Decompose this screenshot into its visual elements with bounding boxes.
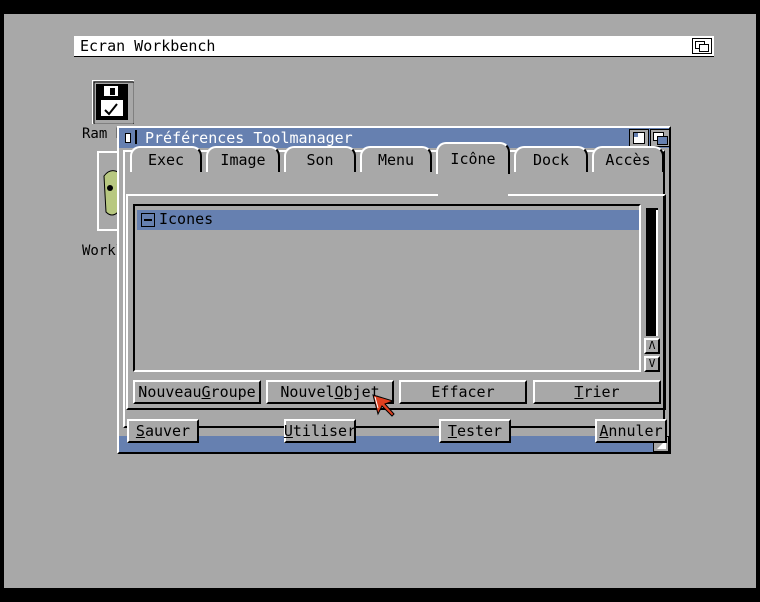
tab-label: Exec xyxy=(147,151,185,169)
use-button[interactable]: Utiliser xyxy=(284,419,356,443)
save-button[interactable]: Sauver xyxy=(127,419,199,443)
tab-exec[interactable]: Exec xyxy=(130,146,202,172)
button-label: Nouvel xyxy=(280,383,335,401)
button-hotkey: A xyxy=(599,422,609,440)
icon-list[interactable]: Icones xyxy=(133,204,641,372)
tab-acces[interactable]: Accès xyxy=(592,146,664,172)
button-hotkey: U xyxy=(283,422,293,440)
button-hotkey: T xyxy=(574,383,584,401)
mouse-pointer-icon xyxy=(372,394,395,417)
list-item[interactable]: Icones xyxy=(137,210,639,230)
button-label: roupe xyxy=(210,383,256,401)
button-hotkey: O xyxy=(334,383,344,401)
button-label: rier xyxy=(583,383,620,401)
tab-label: Image xyxy=(220,151,266,169)
ram-disk-icon-container[interactable] xyxy=(91,79,135,128)
tab-label: Accès xyxy=(605,151,651,169)
scrollbar-knob[interactable] xyxy=(648,210,658,336)
button-label: auver xyxy=(144,422,191,440)
button-label: Effacer xyxy=(431,383,495,401)
sort-button[interactable]: Trier xyxy=(533,380,661,404)
list-item-label: Icones xyxy=(159,210,214,228)
screen-depth-icon[interactable] xyxy=(692,38,712,54)
floppy-disk-icon[interactable] xyxy=(91,79,135,125)
tab-menu[interactable]: Menu xyxy=(360,146,432,172)
window-title: Préférences Toolmanager xyxy=(145,129,353,147)
button-hotkey: T xyxy=(447,422,457,440)
list-scrollbar[interactable] xyxy=(644,206,660,338)
button-label: Nouveau xyxy=(138,383,202,401)
tab-label: Dock xyxy=(532,151,570,169)
tab-dock[interactable]: Dock xyxy=(514,146,588,172)
button-label: ester xyxy=(456,422,503,440)
button-hotkey: S xyxy=(135,422,145,440)
button-label: tiliser xyxy=(292,422,357,440)
test-button[interactable]: Tester xyxy=(439,419,511,443)
window-depth-icon[interactable] xyxy=(650,129,670,147)
active-tab-gap xyxy=(438,192,508,196)
delete-button[interactable]: Effacer xyxy=(399,380,527,404)
screen-title-bar[interactable]: Ecran Workbench xyxy=(74,36,714,57)
new-group-button[interactable]: Nouveau Groupe xyxy=(133,380,261,404)
screen-title: Ecran Workbench xyxy=(80,37,216,55)
window-title-bar[interactable]: Préférences Toolmanager xyxy=(119,128,670,148)
zoom-icon[interactable] xyxy=(629,129,649,147)
close-icon[interactable] xyxy=(121,130,137,144)
cancel-button[interactable]: Annuler xyxy=(595,419,667,443)
window-bottom-bar xyxy=(119,436,669,452)
tab-label: Son xyxy=(306,151,334,169)
tab-image[interactable]: Image xyxy=(206,146,280,172)
button-label: nnuler xyxy=(608,422,663,440)
tab-son[interactable]: Son xyxy=(284,146,356,172)
tab-label: Icône xyxy=(450,150,496,168)
scroll-up-icon[interactable]: Λ xyxy=(644,338,660,354)
tab-icone[interactable]: Icône xyxy=(436,142,510,174)
collapse-icon[interactable] xyxy=(141,213,155,227)
tab-label: Menu xyxy=(377,151,415,169)
scroll-down-icon[interactable]: V xyxy=(644,356,660,372)
button-hotkey: G xyxy=(201,383,211,401)
